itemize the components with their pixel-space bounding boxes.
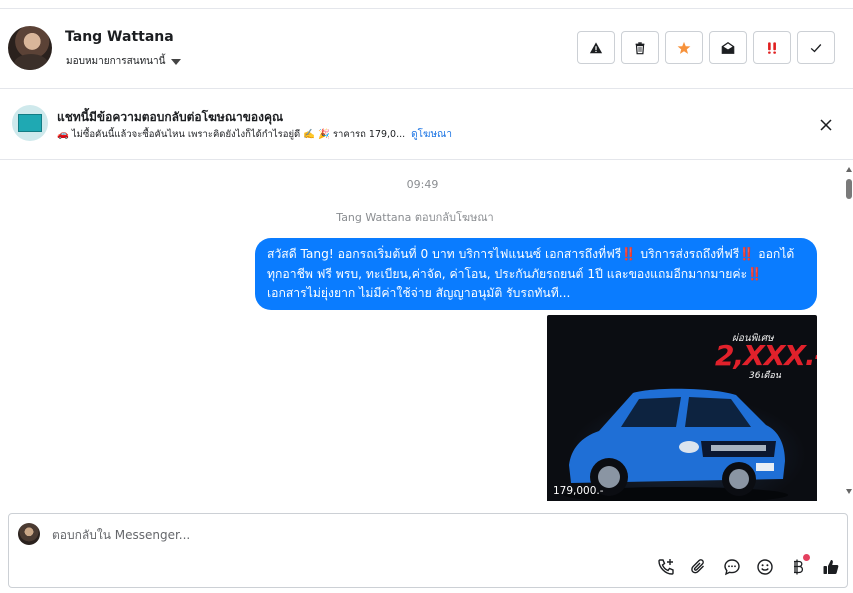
saved-replies-button[interactable]: [721, 556, 743, 578]
mark-done-button[interactable]: [797, 31, 835, 64]
star-icon: [677, 41, 691, 54]
ad-thumbnail: [12, 105, 48, 141]
mark-as-spam-button[interactable]: [577, 31, 615, 64]
ad-image-card[interactable]: ผ่อนพิเศษ 2,XXX.- 36เดือน 179,000.-: [547, 315, 817, 501]
call-button[interactable]: [655, 556, 677, 578]
star-button[interactable]: [665, 31, 703, 64]
conversation-header: Tang Wattana มอบหมายการสนทนานี้: [0, 9, 853, 89]
emoji-button[interactable]: [754, 556, 776, 578]
close-banner-button[interactable]: [817, 116, 835, 134]
phone-plus-icon: [658, 559, 674, 575]
banner-subtitle: 🚗 ไม่ซื้อคันนี้แล้วจะซื้อคันไหน เพราะคิด…: [57, 127, 452, 142]
payment-button[interactable]: [787, 554, 810, 578]
envelope-open-icon: [721, 41, 735, 54]
mark-unread-button[interactable]: [709, 31, 747, 64]
car-price: 179,000.-: [553, 485, 604, 497]
trash-icon: [635, 41, 645, 54]
ad-reply-note: Tang Wattana ตอบกลับโฆษณา: [336, 211, 494, 224]
double-exclamation-icon: [768, 41, 776, 54]
caret-down-icon: [171, 59, 182, 65]
smiley-icon: [757, 559, 773, 575]
warning-icon: [589, 41, 603, 53]
contact-name[interactable]: Tang Wattana: [65, 29, 174, 45]
message-thread[interactable]: 09:49 Tang Wattana ตอบกลับโฆษณา สวัสดี T…: [0, 161, 845, 501]
view-ad-link[interactable]: ดูโฆษณา: [411, 129, 452, 140]
attach-file-button[interactable]: [688, 556, 710, 578]
message-timestamp: 09:49: [406, 178, 439, 191]
paperclip-icon: [691, 559, 704, 574]
assign-label: มอบหมายการสนทนานี้: [66, 56, 166, 67]
banner-title: แชทนี้มีข้อความตอบกลับต่อโฆษณาของคุณ: [57, 110, 284, 124]
ad-reply-banner: แชทนี้มีข้อความตอบกลับต่อโฆษณาของคุณ 🚗 ไ…: [0, 90, 853, 160]
chat-bubble-icon: [724, 559, 740, 576]
thumbs-up-icon: [823, 560, 839, 574]
outgoing-message-bubble[interactable]: สวัสดี Tang! ออกรถเริ่มต้นที่ 0 บาท บริก…: [255, 238, 817, 310]
promo-months: 36เดือน: [749, 371, 781, 381]
scroll-thumb[interactable]: [846, 179, 852, 199]
message-composer: [8, 513, 848, 588]
ad-preview-text: 🚗 ไม่ซื้อคันนี้แล้วจะซื้อคันไหน เพราะคิด…: [57, 129, 406, 140]
page-avatar: [18, 523, 40, 545]
notification-dot: [803, 554, 810, 561]
thread-scrollbar[interactable]: [845, 161, 853, 501]
car-image: [564, 388, 788, 501]
delete-button[interactable]: [621, 31, 659, 64]
composer-tools: [655, 554, 842, 578]
reply-input[interactable]: [52, 525, 752, 545]
close-icon: [820, 119, 832, 131]
check-icon: [810, 43, 822, 52]
like-button[interactable]: [820, 556, 842, 578]
conversation-actions: [577, 31, 835, 64]
follow-up-button[interactable]: [753, 31, 791, 64]
scroll-up-icon[interactable]: [846, 167, 852, 172]
scroll-down-icon[interactable]: [846, 489, 852, 494]
contact-avatar[interactable]: [8, 26, 52, 70]
assign-conversation-dropdown[interactable]: มอบหมายการสนทนานี้: [66, 54, 182, 69]
